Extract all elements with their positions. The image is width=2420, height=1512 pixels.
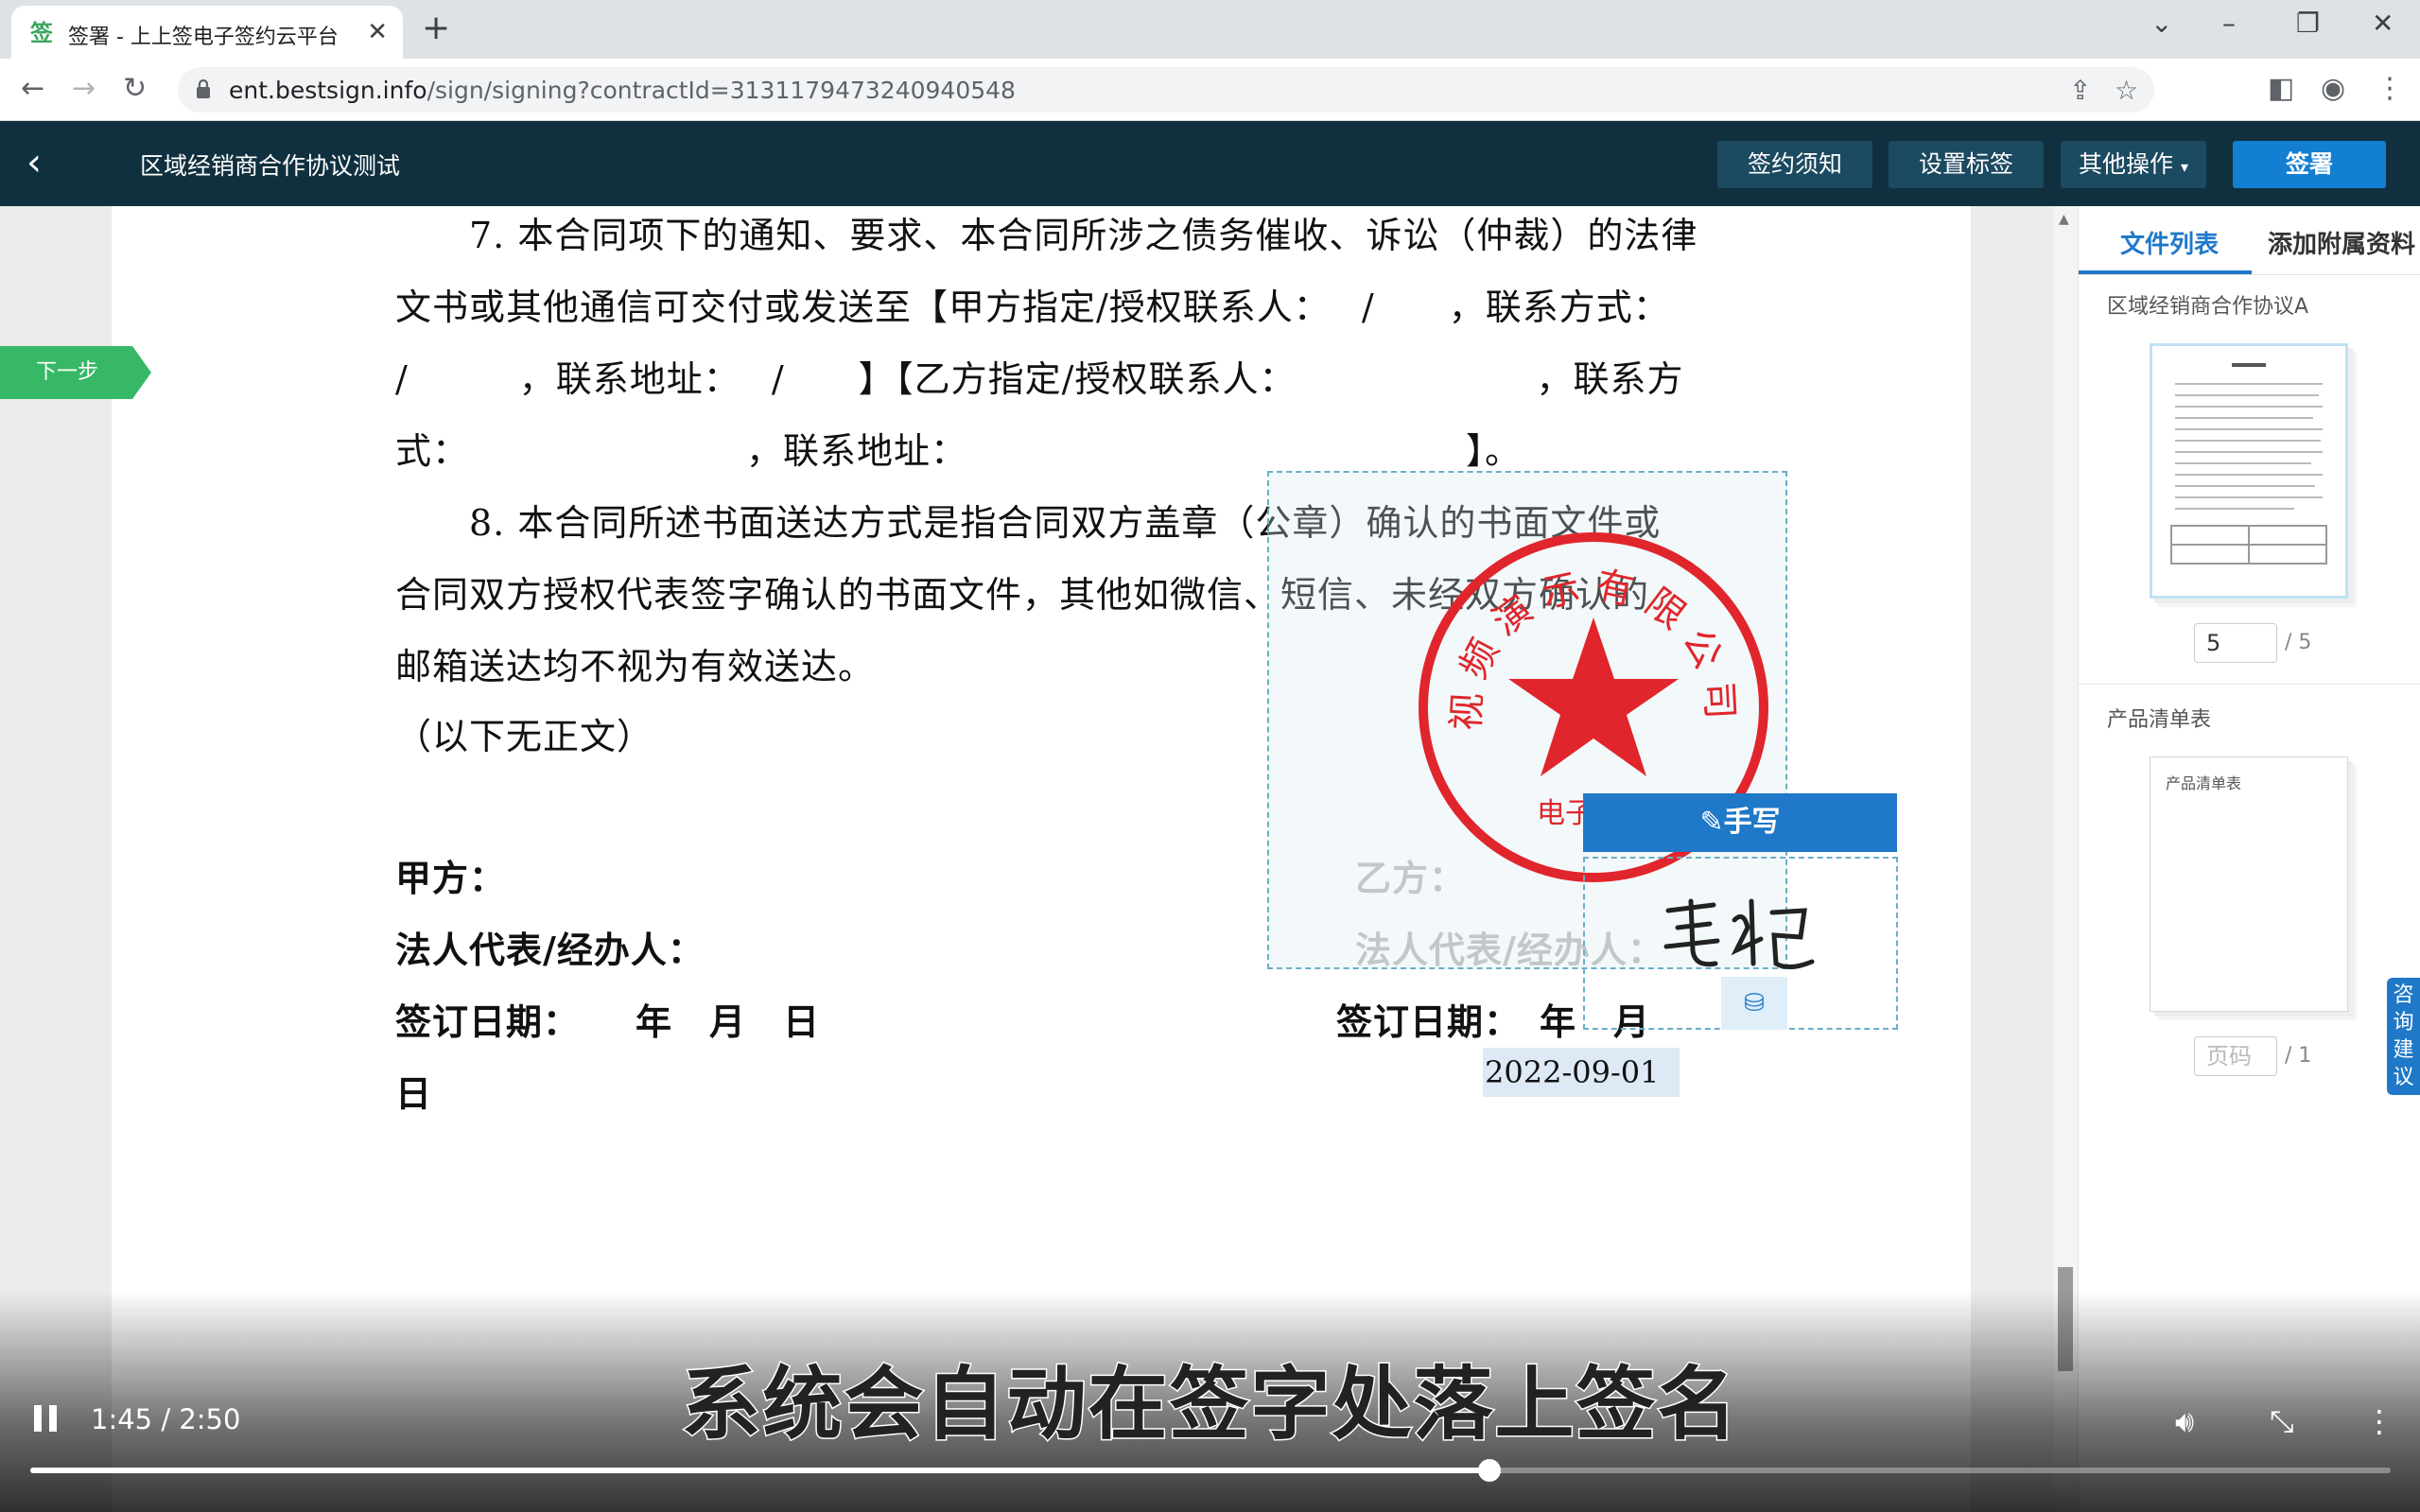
scroll-up-arrow-icon[interactable]: ▲: [2059, 212, 2069, 227]
document-thumbnail-icon: [2170, 363, 2327, 565]
file-1-page-total: / 5: [2285, 631, 2312, 654]
reload-icon[interactable]: ↻: [123, 72, 147, 106]
browser-tab[interactable]: 签 签署 - 上上签电子签约云平台 ✕: [11, 6, 403, 59]
clause-7-line-4: 式： ，联系地址： 】。: [395, 430, 1523, 472]
handwrite-label: 手写: [1723, 806, 1781, 839]
restore-icon[interactable]: ❐: [2296, 8, 2320, 39]
consult-char: 议: [2393, 1066, 2414, 1089]
clause-7-line-3: / ，联系地址： / 】【乙方指定/授权联系人： ，联系方: [395, 358, 1684, 400]
tab-title: 签署 - 上上签电子签约云平台: [68, 26, 339, 49]
next-step-button[interactable]: 下一步: [0, 346, 151, 399]
more-actions-button[interactable]: 其他操作 ▾: [2061, 141, 2206, 188]
address-bar: ← → ↻ ent.bestsign.info/sign/signing?con…: [0, 59, 2420, 121]
consult-suggest-tab[interactable]: 咨 询 建 议: [2387, 978, 2420, 1095]
consult-char: 咨: [2393, 983, 2414, 1007]
clause-7-line-2: 文书或其他通信可交付或发送至【甲方指定/授权联系人： / ，联系方式：: [395, 287, 1670, 328]
stamp-tool-icon[interactable]: ⛁: [1721, 977, 1787, 1030]
tab-file-list[interactable]: 文件列表: [2120, 225, 2219, 260]
share-icon[interactable]: ⇪: [2069, 75, 2091, 106]
close-tab-icon[interactable]: ✕: [367, 18, 388, 46]
file-1-name: 区域经销商合作协议A: [2107, 295, 2309, 319]
signing-notice-button[interactable]: 签约须知: [1717, 141, 1872, 188]
consult-char: 建: [2393, 1038, 2414, 1062]
volume-icon[interactable]: 🔊︎: [2175, 1403, 2194, 1440]
set-labels-button[interactable]: 设置标签: [1889, 141, 2044, 188]
clause-7-line-1: 7. 本合同项下的通知、要求、本合同所涉之债务催收、诉讼（仲裁）的法律: [469, 215, 1698, 256]
browser-tab-strip: 签 签署 - 上上签电子签约云平台 ✕ + ⌄ – ❐ ✕: [0, 0, 2420, 59]
bookmark-star-icon[interactable]: ☆: [2115, 75, 2138, 106]
no-further-text: （以下无正文）: [395, 716, 654, 757]
video-subtitle: 系统会自动在签字处落上签名: [680, 1357, 1739, 1452]
more-options-icon[interactable]: ⋮: [2364, 1403, 2394, 1439]
more-actions-label: 其他操作: [2079, 150, 2174, 178]
file-2-page-total: / 1: [2285, 1044, 2312, 1068]
forward-icon[interactable]: →: [72, 72, 96, 106]
file-1-thumbnail[interactable]: [2150, 343, 2348, 599]
browser-menu-icon[interactable]: ⋮: [2376, 72, 2404, 106]
exit-fullscreen-icon[interactable]: ⤡: [2270, 1403, 2294, 1440]
party-a-representative: 法人代表/经办人：: [395, 929, 705, 971]
file-2-thumbnail[interactable]: 产品清单表: [2150, 756, 2348, 1012]
sign-date-field[interactable]: 2022-09-01: [1483, 1048, 1680, 1097]
pause-icon[interactable]: [34, 1405, 59, 1432]
file-2-page-input[interactable]: 页码: [2194, 1036, 2277, 1076]
new-tab-icon[interactable]: +: [422, 9, 450, 47]
file-2-thumbnail-title: 产品清单表: [2166, 774, 2242, 792]
video-progress-fill: [30, 1468, 1489, 1473]
minimize-icon[interactable]: –: [2222, 8, 2236, 39]
party-a-sign-date-tail: 日: [395, 1072, 433, 1115]
file-2-name: 产品清单表: [2107, 708, 2212, 732]
back-icon[interactable]: ←: [21, 72, 44, 106]
back-arrow-icon[interactable]: ‹: [26, 140, 42, 185]
profile-avatar-icon[interactable]: ◉: [2321, 72, 2345, 106]
caret-down-icon: ▾: [2180, 158, 2188, 176]
url-host: ent.bestsign.info: [229, 77, 427, 104]
file-1-page-input[interactable]: 5: [2194, 623, 2277, 663]
clause-8-line-3: 邮箱送达均不视为有效送达。: [395, 646, 876, 687]
handwritten-signature: [1663, 898, 1815, 969]
site-favicon-icon: 签: [30, 20, 53, 46]
contract-title: 区域经销商合作协议测试: [140, 152, 401, 180]
side-panel-icon[interactable]: ◧: [2268, 72, 2294, 106]
url-path: /sign/signing?contractId=313117947324094…: [427, 77, 1016, 104]
app-header: ‹ 区域经销商合作协议测试 签约须知 设置标签 其他操作 ▾ 签署: [0, 121, 2420, 206]
consult-char: 询: [2393, 1011, 2414, 1034]
close-window-icon[interactable]: ✕: [2372, 8, 2394, 39]
url-text: ent.bestsign.info/sign/signing?contractI…: [229, 77, 1016, 104]
video-time: 1:45 / 2:50: [91, 1403, 241, 1435]
tab-search-chevron-icon[interactable]: ⌄: [2150, 8, 2172, 39]
lock-icon: [197, 78, 210, 98]
tab-divider: [2079, 274, 2420, 275]
sign-button[interactable]: 签署: [2233, 141, 2386, 188]
party-a-sign-date: 签订日期： 年 月 日: [395, 1000, 821, 1043]
video-progress-bar[interactable]: [30, 1459, 2391, 1482]
video-progress-knob[interactable]: [1477, 1459, 1501, 1482]
handwrite-button[interactable]: ✎手写: [1583, 793, 1897, 852]
url-field[interactable]: ent.bestsign.info/sign/signing?contractI…: [178, 67, 2154, 113]
party-a-label: 甲方：: [395, 857, 507, 899]
sidebar-divider: [2079, 684, 2420, 685]
tab-add-attachments[interactable]: 添加附属资料: [2268, 225, 2415, 260]
pen-icon: ✎: [1699, 806, 1724, 839]
